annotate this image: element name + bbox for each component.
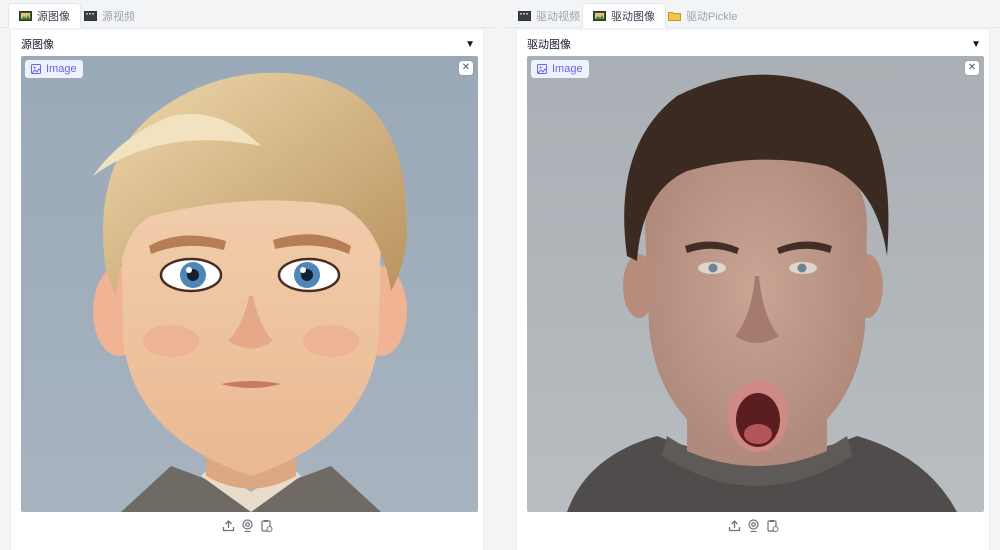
image-file-icon xyxy=(593,10,606,21)
badge-label: Image xyxy=(552,63,583,75)
close-icon[interactable]: ✕ xyxy=(459,61,473,75)
image-label-badge: Image xyxy=(531,60,589,78)
video-file-icon xyxy=(84,10,97,21)
cartoon-boy-portrait xyxy=(21,56,478,512)
tab-source-image[interactable]: 源图像 xyxy=(8,3,81,28)
source-column: 源图像 源视频 源图像 ▼ Image ✕ xyxy=(0,0,494,550)
source-image-panel: 源图像 ▼ Image ✕ xyxy=(10,30,484,550)
clipboard-icon[interactable] xyxy=(766,519,779,532)
panel-label: 驱动图像 xyxy=(527,39,571,51)
tab-driving-image[interactable]: 驱动图像 xyxy=(582,3,666,28)
tab-driving-video[interactable]: 驱动视频 xyxy=(508,3,590,28)
caret-down-icon[interactable]: ▼ xyxy=(971,39,981,50)
folder-icon xyxy=(668,11,681,21)
tab-driving-pickle[interactable]: 驱动Pickle xyxy=(658,3,747,28)
driving-column: 驱动视频 驱动图像 驱动Pickle 驱动图像 ▼ Image ✕ xyxy=(506,0,1000,550)
image-toolbar xyxy=(517,519,989,533)
tab-label: 驱动图像 xyxy=(611,10,655,23)
image-file-icon xyxy=(19,10,32,21)
clipboard-icon[interactable] xyxy=(260,519,273,532)
tab-source-video[interactable]: 源视频 xyxy=(74,3,145,28)
source-tabbar: 源图像 源视频 xyxy=(0,0,494,28)
image-icon xyxy=(31,64,41,74)
tab-label: 驱动Pickle xyxy=(686,10,738,23)
webcam-icon[interactable] xyxy=(241,519,254,533)
tab-label: 源视频 xyxy=(102,10,135,23)
image-icon xyxy=(537,64,547,74)
image-toolbar xyxy=(11,519,483,533)
webcam-icon[interactable] xyxy=(747,519,760,533)
panel-header[interactable]: 源图像 ▼ xyxy=(21,36,475,52)
driving-tabbar: 驱动视频 驱动图像 驱动Pickle xyxy=(506,0,1000,28)
tab-label: 驱动视频 xyxy=(536,10,580,23)
close-icon[interactable]: ✕ xyxy=(965,61,979,75)
upload-icon[interactable] xyxy=(728,519,741,532)
panel-header[interactable]: 驱动图像 ▼ xyxy=(527,36,981,52)
driving-image-panel: 驱动图像 ▼ Image ✕ xyxy=(516,30,990,550)
upload-icon[interactable] xyxy=(222,519,235,532)
driving-image-preview[interactable]: Image ✕ xyxy=(527,56,984,512)
man-open-mouth-photo xyxy=(527,56,984,512)
video-file-icon xyxy=(518,10,531,21)
caret-down-icon[interactable]: ▼ xyxy=(465,39,475,50)
tab-label: 源图像 xyxy=(37,10,70,23)
panel-label: 源图像 xyxy=(21,39,54,51)
image-label-badge: Image xyxy=(25,60,83,78)
source-image-preview[interactable]: Image ✕ xyxy=(21,56,478,512)
badge-label: Image xyxy=(46,63,77,75)
